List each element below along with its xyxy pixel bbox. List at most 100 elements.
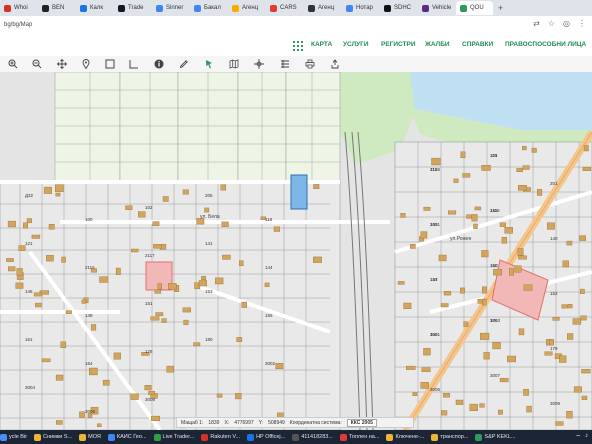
taskbar-label: Ключене-... bbox=[395, 434, 425, 440]
browser-tab[interactable]: BEN bbox=[38, 1, 75, 15]
parcel-label: 146 bbox=[25, 289, 33, 294]
tab-favicon-icon bbox=[4, 4, 11, 12]
nav-services[interactable]: УСЛУГИ bbox=[343, 41, 369, 48]
taskbar-item[interactable]: S&P KEKL... bbox=[475, 433, 516, 441]
building bbox=[531, 147, 537, 153]
app-icon bbox=[153, 433, 161, 441]
tab-favicon-icon bbox=[118, 4, 125, 12]
nav-map[interactable]: КАРТА bbox=[311, 41, 332, 48]
layers-icon[interactable] bbox=[279, 58, 291, 70]
taskbar-item[interactable]: транспор... bbox=[431, 433, 468, 441]
os-taskbar: ycle Bir Снимки S... МОЯ КАИС Гео... Live Tr… bbox=[0, 430, 592, 444]
parcel-label: 179 bbox=[550, 346, 558, 351]
building bbox=[566, 411, 573, 419]
parcel-label: Д32 bbox=[25, 193, 34, 198]
pointer-icon[interactable] bbox=[203, 58, 215, 70]
tab-label: BEN bbox=[52, 5, 65, 11]
taskbar-item[interactable]: 411418283... bbox=[292, 433, 333, 441]
export-icon[interactable] bbox=[329, 58, 341, 70]
browser-tab[interactable]: Бакал bbox=[190, 1, 227, 15]
locate-icon[interactable] bbox=[80, 58, 92, 70]
taskbar-item[interactable]: МОЯ bbox=[79, 433, 101, 441]
new-tab-button[interactable]: + bbox=[498, 3, 503, 13]
address-bar[interactable]: bg/bg/Map ⇄ ☆ ◎ ⋮ bbox=[0, 16, 592, 35]
nav-registers[interactable]: РЕГИСТРИ bbox=[381, 41, 416, 48]
browser-tab[interactable]: Калк bbox=[76, 1, 113, 15]
building bbox=[273, 226, 280, 232]
parcel-label: 2115 bbox=[85, 265, 95, 270]
taskbar-item[interactable]: КАИС Гео... bbox=[107, 433, 147, 441]
measure-icon[interactable] bbox=[128, 58, 140, 70]
browser-tab[interactable]: SDHC bbox=[380, 1, 417, 15]
volume-icon[interactable]: ♪ bbox=[585, 433, 588, 441]
zoom-out-icon[interactable] bbox=[31, 58, 43, 70]
nav-complaints[interactable]: ЖАЛБИ bbox=[425, 41, 450, 48]
building bbox=[222, 254, 231, 260]
x-value: 4776997 bbox=[234, 419, 254, 426]
browser-menu-icon[interactable]: ⋮ bbox=[578, 19, 586, 28]
address-url[interactable]: bg/bg/Map bbox=[4, 22, 32, 28]
browser-tab[interactable]: Whoi bbox=[0, 1, 37, 15]
browser-tab[interactable]: Нотар bbox=[342, 1, 379, 15]
building bbox=[313, 184, 320, 189]
scale-value[interactable]: 1839 bbox=[208, 420, 219, 426]
building bbox=[441, 410, 448, 416]
taskbar-item[interactable]: ycle Bir bbox=[0, 433, 27, 441]
parcel-label: 178 bbox=[145, 349, 153, 354]
taskbar-item[interactable]: Снимки S... bbox=[34, 433, 72, 441]
nav-licensed-persons[interactable]: ПРАВОСПОСОБНИ ЛИЦА bbox=[505, 41, 586, 48]
print-icon[interactable] bbox=[304, 58, 316, 70]
building bbox=[460, 287, 465, 294]
building bbox=[7, 220, 16, 228]
taskbar-item[interactable]: Rakuten V... bbox=[201, 433, 240, 441]
tab-favicon-icon bbox=[232, 4, 239, 12]
building bbox=[443, 393, 450, 398]
parcel-label: 164 bbox=[85, 361, 93, 366]
taskbar-item[interactable]: HP Officej... bbox=[247, 433, 285, 441]
browser-tab[interactable]: CARS bbox=[266, 1, 303, 15]
browser-tab[interactable]: QOU bbox=[456, 1, 493, 15]
info-icon[interactable] bbox=[153, 58, 165, 70]
taskbar-item[interactable]: Live Trader... bbox=[153, 433, 194, 441]
app-icon bbox=[247, 433, 255, 441]
browser-tab[interactable]: Vehicle bbox=[418, 1, 455, 15]
site-navigation: КАРТА УСЛУГИ РЕГИСТРИ ЖАЛБИ СПРАВКИ ПРАВ… bbox=[0, 34, 592, 57]
network-icon[interactable]: ⌔ bbox=[575, 433, 581, 441]
profile-icon[interactable]: ◎ bbox=[563, 19, 570, 28]
tab-favicon-icon bbox=[460, 4, 467, 12]
crs-select[interactable]: ККС 2005 bbox=[346, 418, 377, 427]
nav-references[interactable]: СПРАВКИ bbox=[462, 41, 493, 48]
parcel-label: 3006 bbox=[85, 409, 96, 414]
browser-tab[interactable]: Агенц bbox=[228, 1, 265, 15]
building bbox=[138, 211, 146, 218]
browser-tab[interactable]: Trade bbox=[114, 1, 151, 15]
apps-grid-icon[interactable] bbox=[293, 41, 303, 51]
building bbox=[26, 218, 32, 224]
building bbox=[580, 315, 587, 321]
bookmark-star-icon[interactable]: ☆ bbox=[548, 19, 555, 28]
translate-icon[interactable]: ⇄ bbox=[533, 19, 540, 28]
pan-icon[interactable] bbox=[56, 58, 68, 70]
parcel-label: 115 bbox=[430, 167, 438, 172]
building bbox=[236, 337, 243, 342]
building bbox=[144, 385, 152, 391]
select-rect-icon[interactable] bbox=[104, 58, 116, 70]
map-sheet-icon[interactable] bbox=[228, 58, 240, 70]
building bbox=[440, 303, 449, 308]
browser-tab[interactable]: Sinner bbox=[152, 1, 189, 15]
building bbox=[166, 365, 174, 373]
building bbox=[406, 365, 416, 370]
building bbox=[55, 192, 61, 197]
taskbar-item[interactable]: Топлен на... bbox=[339, 433, 379, 441]
cadastral-map[interactable]: Д32 2136 100 101 102 201 205 115 118 119 121 2001 21… bbox=[0, 72, 592, 430]
building bbox=[18, 245, 26, 251]
taskbar-item[interactable]: Ключене-... bbox=[386, 433, 425, 441]
edit-icon[interactable] bbox=[178, 58, 190, 70]
browser-tab[interactable]: Агенц bbox=[304, 1, 341, 15]
building bbox=[453, 178, 459, 183]
map-canvas[interactable]: Д322136100101102201205115118119121200121… bbox=[0, 72, 592, 430]
building bbox=[573, 386, 582, 393]
building bbox=[420, 382, 429, 389]
crosshair-icon[interactable] bbox=[253, 58, 265, 70]
zoom-in-icon[interactable] bbox=[7, 58, 19, 70]
